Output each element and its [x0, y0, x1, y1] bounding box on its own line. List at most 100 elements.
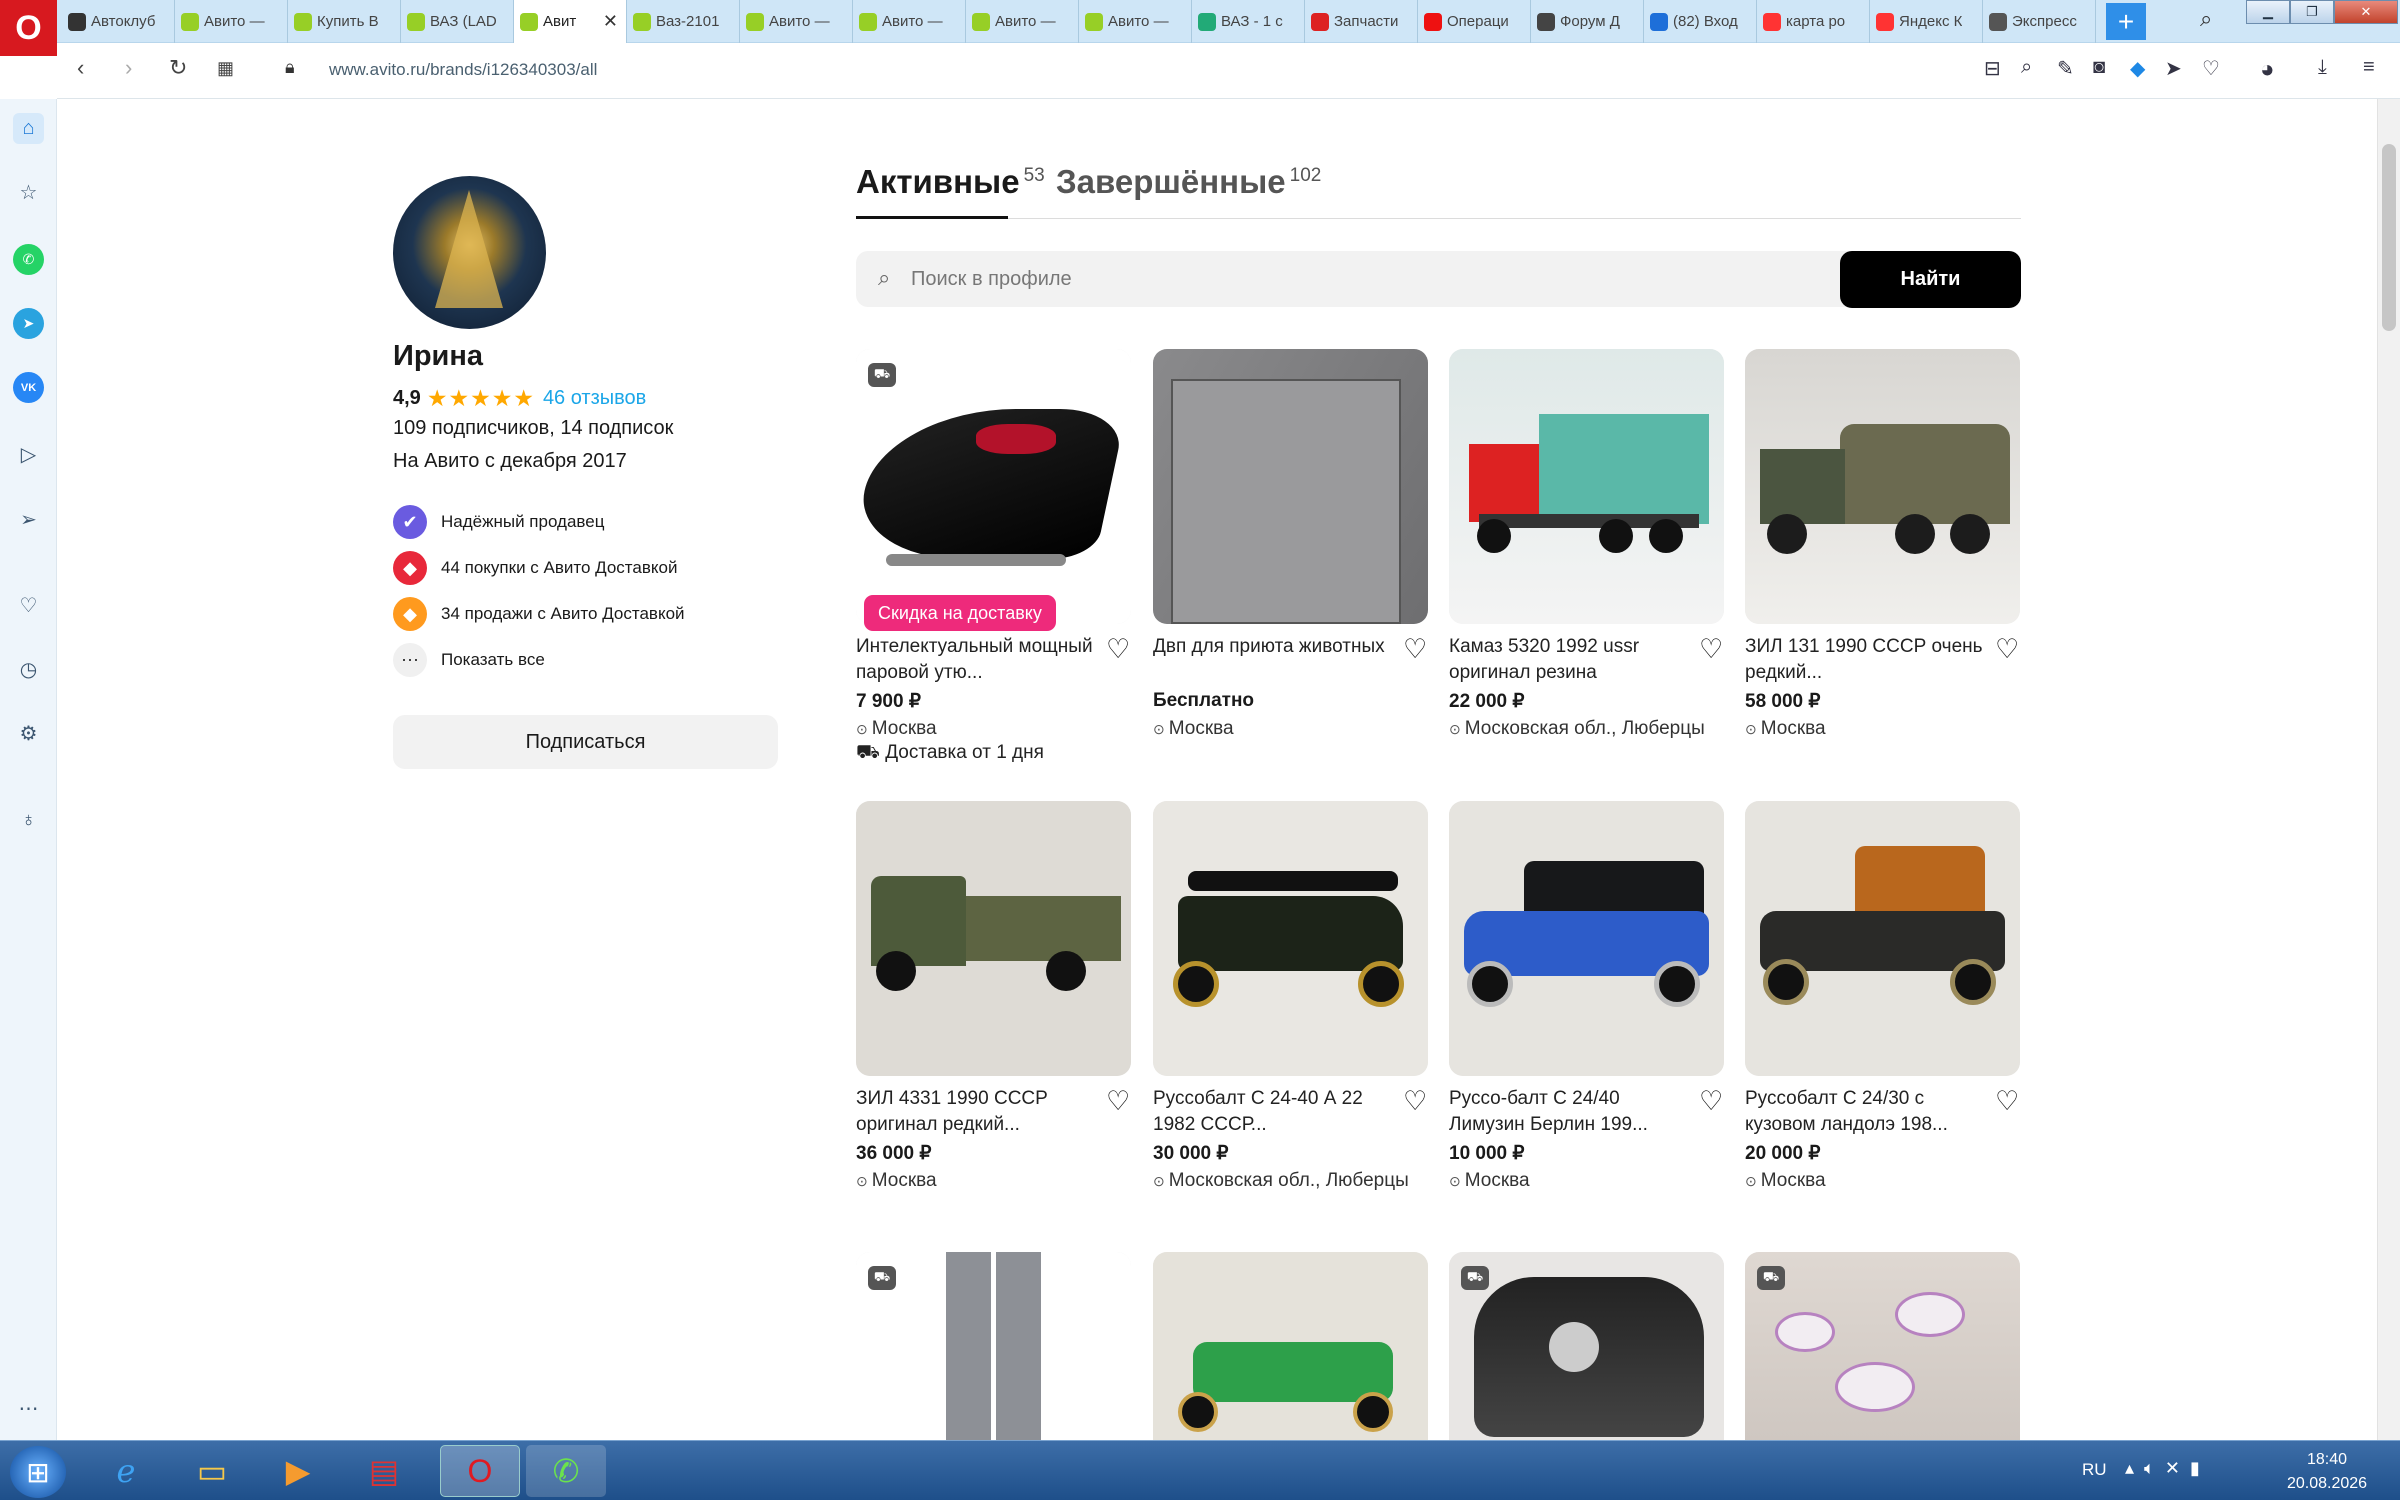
reload-icon[interactable]: ↻ — [169, 55, 187, 81]
ie-icon[interactable]: ℯ — [86, 1445, 166, 1497]
shield-icon[interactable]: ◆ — [2130, 56, 2145, 81]
listing-photo[interactable] — [1153, 1252, 1428, 1440]
tab-search-icon[interactable]: ⌕ — [2200, 6, 2212, 32]
show-all-badges[interactable]: ⋯ Показать все — [393, 643, 545, 677]
send-icon[interactable]: ➤ — [2165, 56, 2182, 81]
new-tab-button[interactable]: + — [2106, 3, 2146, 40]
listing-title[interactable]: Интелектуальный мощный паровой утю... — [856, 634, 1096, 686]
browser-tab[interactable]: Авито — — [740, 0, 853, 43]
browser-tab[interactable]: ВАЗ - 1 с — [1192, 0, 1305, 43]
subscribers-text[interactable]: 109 подписчиков, 14 подписок — [393, 417, 673, 440]
listing-photo[interactable] — [1153, 801, 1428, 1076]
browser-tab[interactable]: Авито — — [175, 0, 288, 43]
opera-menu-button[interactable]: O — [0, 0, 57, 56]
phone-app-icon[interactable]: ✆ — [526, 1445, 606, 1497]
browser-tab[interactable]: Операци — [1418, 0, 1531, 43]
listing-photo[interactable] — [1449, 801, 1724, 1076]
listing-title[interactable]: Руссо-балт С 24/40 Лимузин Берлин 199... — [1449, 1086, 1689, 1138]
tab-close-icon[interactable]: ✕ — [603, 11, 618, 32]
listing-title[interactable]: Руссобалт С 24/30 с кузовом ландолэ 198.… — [1745, 1086, 1985, 1138]
explorer-icon[interactable]: ▭ — [172, 1445, 252, 1497]
browser-tab[interactable]: ВАЗ (LAD — [401, 0, 514, 43]
scrollbar[interactable] — [2377, 99, 2400, 1440]
reader-icon[interactable]: ⊟ — [1984, 56, 2001, 81]
player-icon[interactable]: ▷ — [13, 439, 44, 470]
browser-tab[interactable]: Авито — — [1079, 0, 1192, 43]
browser-tab[interactable]: Авит ✕ — [514, 0, 627, 43]
browser-tab[interactable]: Запчасти — [1305, 0, 1418, 43]
floppy-app-icon[interactable]: ▤ — [344, 1445, 424, 1497]
find-button[interactable]: Найти — [1840, 251, 2021, 308]
favorite-heart-icon[interactable]: ♡ — [1106, 634, 1130, 665]
listing-photo[interactable] — [856, 349, 1131, 624]
settings-icon[interactable]: ⚙ — [13, 718, 44, 749]
lock-icon[interactable]: 🔒︎ — [285, 57, 295, 78]
browser-tab[interactable]: (82) Вход — [1644, 0, 1757, 43]
whatsapp-icon[interactable]: ✆ — [13, 244, 44, 275]
reviews-link[interactable]: 46 отзывов — [543, 387, 646, 410]
media-player-icon[interactable]: ▶ — [258, 1445, 338, 1497]
camera-icon[interactable]: ◙ — [2093, 56, 2105, 79]
restore-button[interactable]: ❐ — [2290, 0, 2334, 24]
listing-photo[interactable] — [1745, 349, 2020, 624]
tab-active-listings[interactable]: Активные 53 — [856, 163, 1045, 201]
browser-tab[interactable]: Ваз-2101 — [627, 0, 740, 43]
browser-tab[interactable]: Автоклуб — [62, 0, 175, 43]
clock[interactable]: 18:40 20.08.2026 — [2262, 1448, 2392, 1496]
listing-title[interactable]: Руссобалт С 24-40 А 22 1982 СССР... — [1153, 1086, 1393, 1138]
language-indicator[interactable]: RU — [2082, 1460, 2107, 1480]
menu-icon[interactable]: ≡ — [2363, 56, 2375, 79]
listing-title[interactable]: ЗИЛ 131 1990 СССР очень редкий... — [1745, 634, 1985, 686]
telegram-icon[interactable]: ➤ — [13, 308, 44, 339]
favorite-heart-icon[interactable]: ♡ — [1995, 1086, 2019, 1117]
favorite-heart-icon[interactable]: ♡ — [1699, 1086, 1723, 1117]
favorite-heart-icon[interactable]: ♡ — [1699, 634, 1723, 665]
tray-icons[interactable]: ▴🔈︎✕▮ — [2125, 1458, 2210, 1479]
history-icon[interactable]: ◷ — [13, 654, 44, 685]
forward-icon[interactable]: › — [125, 55, 132, 81]
listing-photo[interactable] — [1745, 801, 2020, 1076]
browser-tab[interactable]: карта ро — [1757, 0, 1870, 43]
heart-icon[interactable]: ♡ — [2202, 56, 2220, 81]
browser-tab[interactable]: Форум Д — [1531, 0, 1644, 43]
subscribe-button[interactable]: Подписаться — [393, 715, 778, 769]
back-icon[interactable]: ‹ — [77, 55, 84, 81]
listing-title[interactable]: ЗИЛ 4331 1990 СССР оригинал редкий... — [856, 1086, 1096, 1138]
start-button[interactable]: ⊞ — [10, 1446, 66, 1498]
favorite-heart-icon[interactable]: ♡ — [1106, 1086, 1130, 1117]
minimize-button[interactable]: ▁ — [2246, 0, 2290, 24]
tab-completed-listings[interactable]: Завершённые 102 — [1056, 163, 1321, 201]
download-icon[interactable]: ⤓ — [2318, 56, 2327, 79]
flow-icon[interactable]: ➢ — [13, 504, 44, 535]
tips-icon[interactable]: ♁ — [13, 805, 44, 836]
listing-title[interactable]: Камаз 5320 1992 ussr оригинал резина — [1449, 634, 1689, 686]
close-window-button[interactable]: ✕ — [2334, 0, 2398, 24]
browser-tab[interactable]: Яндекс К — [1870, 0, 1983, 43]
url-field[interactable]: www.avito.ru/brands/i126340303/all — [329, 60, 597, 80]
favorite-heart-icon[interactable]: ♡ — [1403, 634, 1427, 665]
speed-dial-icon[interactable]: ▦ — [217, 58, 234, 79]
browser-tab[interactable]: Авито — — [966, 0, 1079, 43]
listing-photo[interactable] — [1745, 1252, 2020, 1440]
favorite-heart-icon[interactable]: ♡ — [1403, 1086, 1427, 1117]
favorite-heart-icon[interactable]: ♡ — [1995, 634, 2019, 665]
browser-tab[interactable]: Авито — — [853, 0, 966, 43]
listing-title[interactable]: Двп для приюта животных — [1153, 634, 1393, 660]
listing-photo[interactable] — [1449, 349, 1724, 624]
vk-icon[interactable]: VK — [13, 372, 44, 403]
search-input[interactable] — [911, 251, 1811, 307]
home-icon[interactable]: ⌂ — [13, 113, 44, 144]
avatar[interactable] — [393, 176, 546, 329]
browser-tab[interactable]: Экспресс — [1983, 0, 2096, 43]
zoom-icon[interactable]: ⌕ — [2021, 56, 2032, 79]
profile-icon[interactable]: ◕ — [2260, 56, 2275, 84]
opera-taskbar-icon[interactable]: O — [440, 1445, 520, 1497]
browser-tab[interactable]: Купить В — [288, 0, 401, 43]
listing-photo[interactable] — [1153, 349, 1428, 624]
bookmarks-icon[interactable]: ☆ — [13, 177, 44, 208]
listing-photo[interactable] — [1449, 1252, 1724, 1440]
listing-photo[interactable] — [856, 801, 1131, 1076]
edit-icon[interactable]: ✎ — [2057, 56, 2074, 81]
favorites-icon[interactable]: ♡ — [13, 590, 44, 621]
listing-photo[interactable] — [856, 1252, 1131, 1440]
